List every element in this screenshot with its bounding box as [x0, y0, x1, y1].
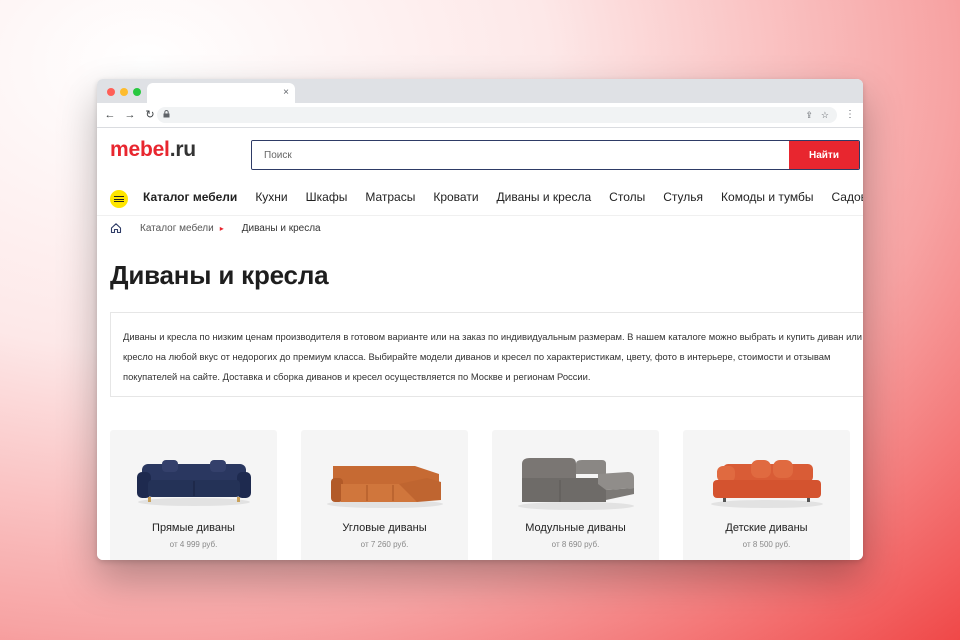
main-menu: Каталог мебели Кухни Шкафы Матрасы Кровати Ди…: [97, 180, 863, 216]
browser-toolbar: ← → ↻ ⇪ ☆ ⋮: [97, 103, 863, 128]
category-card-kids-sofas[interactable]: Детские диваны от 8 500 руб.: [683, 430, 850, 560]
category-cards: Прямые диваны от 4 999 руб. Угловые дива…: [110, 430, 850, 560]
browser-menu-icon[interactable]: ⋮: [845, 108, 855, 122]
home-icon[interactable]: [110, 222, 122, 234]
category-card-corner-sofas[interactable]: Угловые диваны от 7 260 руб.: [301, 430, 468, 560]
site-header: mebel.ru Найти: [97, 128, 863, 180]
address-bar[interactable]: ⇪ ☆: [157, 107, 837, 123]
description-line: покупателей на сайте. Доставка и сборка …: [123, 371, 591, 382]
modular-sofa-icon: [518, 458, 634, 510]
menu-item[interactable]: Столы: [609, 190, 645, 204]
menu-item[interactable]: Каталог мебели: [143, 190, 237, 204]
logo-part-brand: mebel: [110, 138, 170, 161]
tab-strip: ×: [97, 79, 863, 103]
forward-button[interactable]: →: [121, 108, 139, 122]
straight-sofa-icon: [137, 460, 251, 506]
menu-item[interactable]: Шкафы: [306, 190, 348, 204]
menu-item[interactable]: Диваны и кресла: [497, 190, 592, 204]
category-card-straight-sofas[interactable]: Прямые диваны от 4 999 руб.: [110, 430, 277, 560]
share-icon[interactable]: ⇪: [805, 109, 813, 121]
search-input[interactable]: [252, 141, 789, 169]
card-price: от 8 500 руб.: [742, 540, 791, 549]
menu-items: Каталог мебели Кухни Шкафы Матрасы Кровати Ди…: [143, 190, 863, 204]
menu-item[interactable]: Кухни: [255, 190, 287, 204]
category-card-modular-sofas[interactable]: Модульные диваны от 8 690 руб.: [492, 430, 659, 560]
menu-burger-icon[interactable]: [110, 190, 128, 208]
menu-item[interactable]: Кровати: [433, 190, 478, 204]
minimize-window-button[interactable]: [120, 88, 128, 96]
breadcrumb-current: Диваны и кресла: [241, 222, 321, 234]
close-window-button[interactable]: [107, 88, 115, 96]
window-controls: [107, 88, 141, 96]
page-title: Диваны и кресла: [110, 260, 329, 290]
search-bar: Найти: [251, 140, 860, 170]
breadcrumb: Каталог мебели ▸ Диваны и кресла: [110, 222, 321, 234]
card-title: Детские диваны: [725, 522, 808, 534]
maximize-window-button[interactable]: [133, 88, 141, 96]
breadcrumb-separator-icon: ▸: [219, 223, 224, 233]
breadcrumb-link-catalog[interactable]: Каталог мебели: [140, 223, 214, 234]
card-title: Модульные диваны: [525, 522, 626, 534]
bookmark-star-icon[interactable]: ☆: [821, 109, 829, 121]
card-title: Угловые диваны: [342, 522, 427, 534]
description-line: кресло на любой вкус от недорогих до пре…: [123, 351, 831, 362]
logo-part-domain: .ru: [169, 138, 196, 161]
menu-item[interactable]: Стулья: [663, 190, 703, 204]
corner-sofa-icon: [327, 466, 443, 508]
menu-item[interactable]: Комоды и тумбы: [721, 190, 813, 204]
card-price: от 8 690 руб.: [551, 540, 600, 549]
category-description: Диваны и кресла по низким ценам производ…: [110, 312, 863, 397]
site-logo[interactable]: mebel.ru: [110, 138, 196, 162]
menu-item[interactable]: Садовая мебель: [831, 190, 863, 204]
card-title: Прямые диваны: [152, 522, 235, 534]
search-button[interactable]: Найти: [789, 141, 859, 169]
browser-tab[interactable]: ×: [147, 83, 295, 103]
kids-sofa-icon: [711, 460, 823, 508]
back-button[interactable]: ←: [101, 108, 119, 122]
tab-close-icon[interactable]: ×: [283, 86, 289, 100]
menu-item[interactable]: Матрасы: [365, 190, 415, 204]
site-page: mebel.ru Найти Каталог мебели Кухни Шкафы М…: [97, 128, 863, 560]
card-price: от 4 999 руб.: [169, 540, 218, 549]
lock-icon: [163, 110, 170, 121]
browser-window: × ← → ↻ ⇪ ☆ ⋮ mebel.ru Найти: [97, 79, 863, 560]
card-price: от 7 260 руб.: [360, 540, 409, 549]
description-line: Диваны и кресла по низким ценам производ…: [123, 331, 863, 342]
